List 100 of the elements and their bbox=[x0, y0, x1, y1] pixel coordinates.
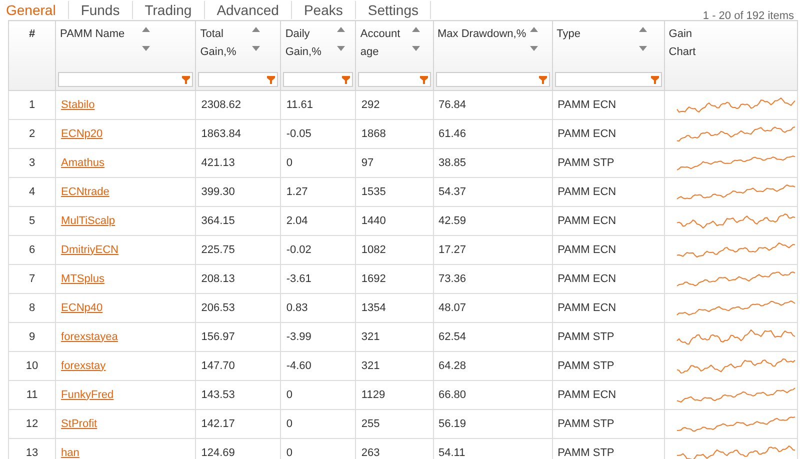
column-header: # bbox=[8, 20, 56, 90]
pamm-name-link[interactable]: FunkyFred bbox=[61, 388, 114, 401]
pamm-name-link[interactable]: MTSplus bbox=[61, 272, 104, 285]
table-cell-text: PAMM ECN bbox=[558, 302, 616, 314]
table-cell-text: PAMM ECN bbox=[558, 272, 616, 285]
column-header[interactable]: Total Gain,% bbox=[196, 20, 281, 90]
table-cell-text: 76.84 bbox=[438, 98, 466, 111]
pamm-name-link[interactable]: forexstay bbox=[61, 360, 106, 372]
table-cell-text: 124.69 bbox=[201, 446, 235, 459]
pamm-name-link[interactable]: StProfit bbox=[61, 418, 98, 430]
filter-field[interactable] bbox=[436, 72, 550, 87]
table-cell-text: -0.05 bbox=[286, 128, 312, 140]
column-header[interactable]: Daily Gain,% bbox=[280, 20, 356, 90]
filter-icon[interactable] bbox=[538, 76, 547, 84]
sort-down-icon[interactable] bbox=[142, 46, 150, 51]
sort-up-icon[interactable] bbox=[142, 27, 150, 32]
table-cell-text: 1440 bbox=[361, 214, 386, 227]
column-header[interactable]: Type bbox=[552, 20, 664, 90]
filter-icon[interactable] bbox=[420, 76, 428, 84]
filter-icon[interactable] bbox=[182, 76, 190, 84]
table-cell-text: 1.27 bbox=[286, 186, 308, 198]
table-cell-text: 62.54 bbox=[438, 330, 466, 343]
sort-down-icon[interactable] bbox=[337, 46, 346, 51]
row-number: 9 bbox=[28, 330, 36, 343]
table-cell-text: 147.70 bbox=[201, 360, 235, 372]
table-cell-text: -3.61 bbox=[286, 272, 312, 285]
tab[interactable]: General bbox=[6, 1, 69, 19]
table-cell-text: PAMM STP bbox=[558, 156, 614, 169]
pamm-name-link[interactable]: ECNp20 bbox=[61, 128, 103, 140]
row-number: 8 bbox=[28, 302, 36, 314]
sort-up-icon[interactable] bbox=[530, 27, 538, 32]
sort-up-icon[interactable] bbox=[412, 27, 420, 32]
table-cell-text: 1868 bbox=[361, 128, 386, 140]
table-cell-text: 292 bbox=[361, 98, 380, 111]
filter-icon[interactable] bbox=[650, 76, 659, 84]
table-cell-text: 0 bbox=[286, 418, 292, 430]
table-cell-text: 321 bbox=[361, 330, 380, 343]
table-cell-text: 1535 bbox=[361, 186, 386, 198]
pamm-name-link[interactable]: Stabilo bbox=[61, 98, 95, 111]
sort-down-icon[interactable] bbox=[412, 46, 420, 51]
table-cell-text: PAMM ECN bbox=[558, 244, 616, 256]
filter-icon[interactable] bbox=[267, 76, 276, 84]
filter-field[interactable] bbox=[58, 72, 194, 87]
table-cell-text: 61.46 bbox=[438, 128, 466, 140]
table-cell-text: 2.04 bbox=[286, 214, 308, 227]
table-cell-text: 421.13 bbox=[201, 156, 235, 169]
table-cell-text: -0.02 bbox=[286, 244, 312, 256]
table-cell-text: 54.11 bbox=[438, 446, 466, 459]
tab[interactable]: Trading bbox=[132, 1, 205, 19]
tab[interactable]: Peaks bbox=[292, 1, 356, 19]
pamm-name-link[interactable]: DmitriyECN bbox=[61, 244, 118, 256]
table-cell-text: 0 bbox=[286, 156, 292, 169]
table-cell-text: 11.61 bbox=[286, 98, 314, 111]
sort-down-icon[interactable] bbox=[530, 46, 538, 51]
table-cell-text: 1354 bbox=[361, 302, 386, 314]
tab[interactable]: Funds bbox=[68, 1, 133, 19]
table-cell-text: 156.97 bbox=[201, 330, 235, 343]
filter-field[interactable] bbox=[358, 72, 430, 87]
table-cell-text: PAMM ECN bbox=[558, 186, 616, 198]
sort-down-icon[interactable] bbox=[252, 46, 260, 51]
row-number: 7 bbox=[28, 272, 36, 285]
filter-icon[interactable] bbox=[342, 76, 350, 84]
table-cell-text: PAMM ECN bbox=[558, 214, 616, 227]
table-cell-text: 54.37 bbox=[438, 186, 466, 198]
sort-up-icon[interactable] bbox=[252, 27, 260, 32]
table-cell-text: 1863.84 bbox=[201, 128, 241, 140]
pamm-name-link[interactable]: ECNp40 bbox=[61, 302, 103, 314]
table-cell-text: PAMM ECN bbox=[558, 98, 616, 111]
table-cell-text: 0 bbox=[286, 446, 292, 459]
table-cell-text: 321 bbox=[361, 360, 380, 372]
table-cell-text: 1692 bbox=[361, 272, 386, 285]
table-cell-text: PAMM STP bbox=[558, 446, 614, 459]
column-header[interactable]: Max Drawdown,% bbox=[433, 20, 552, 90]
pamm-name-link[interactable]: ECNtrade bbox=[61, 186, 110, 198]
row-number: 10 bbox=[26, 360, 38, 372]
sort-up-icon[interactable] bbox=[337, 27, 346, 32]
table-cell-text: 2308.62 bbox=[201, 98, 241, 111]
table-cell-text: 1129 bbox=[361, 388, 386, 401]
pamm-name-link[interactable]: forexstayea bbox=[61, 330, 118, 343]
row-number: 12 bbox=[26, 418, 38, 430]
column-header[interactable]: PAMM Name bbox=[56, 20, 196, 90]
table-cell-text: 399.30 bbox=[201, 186, 235, 198]
pamm-name-link[interactable]: MulTiScalp bbox=[61, 214, 116, 227]
pamm-name-link[interactable]: Amathus bbox=[61, 156, 104, 169]
table-cell-text: PAMM STP bbox=[558, 418, 614, 430]
table-cell-text: -3.99 bbox=[286, 330, 312, 343]
pamm-name-link[interactable]: han bbox=[61, 446, 80, 459]
tab[interactable]: Settings bbox=[356, 1, 432, 19]
sort-down-icon[interactable] bbox=[638, 46, 647, 51]
column-header[interactable]: Account age bbox=[356, 20, 433, 90]
table-cell-text: 73.36 bbox=[438, 272, 466, 285]
filter-field[interactable] bbox=[198, 72, 278, 87]
table-cell-text: 255 bbox=[361, 418, 380, 430]
sort-up-icon[interactable] bbox=[638, 27, 647, 32]
filter-field[interactable] bbox=[283, 72, 354, 87]
filter-field[interactable] bbox=[554, 72, 662, 87]
table-cell-text: 263 bbox=[361, 446, 380, 459]
tab[interactable]: Advanced bbox=[204, 1, 292, 19]
column-header: Gain Chart bbox=[664, 20, 798, 90]
row-number: 6 bbox=[28, 244, 36, 256]
